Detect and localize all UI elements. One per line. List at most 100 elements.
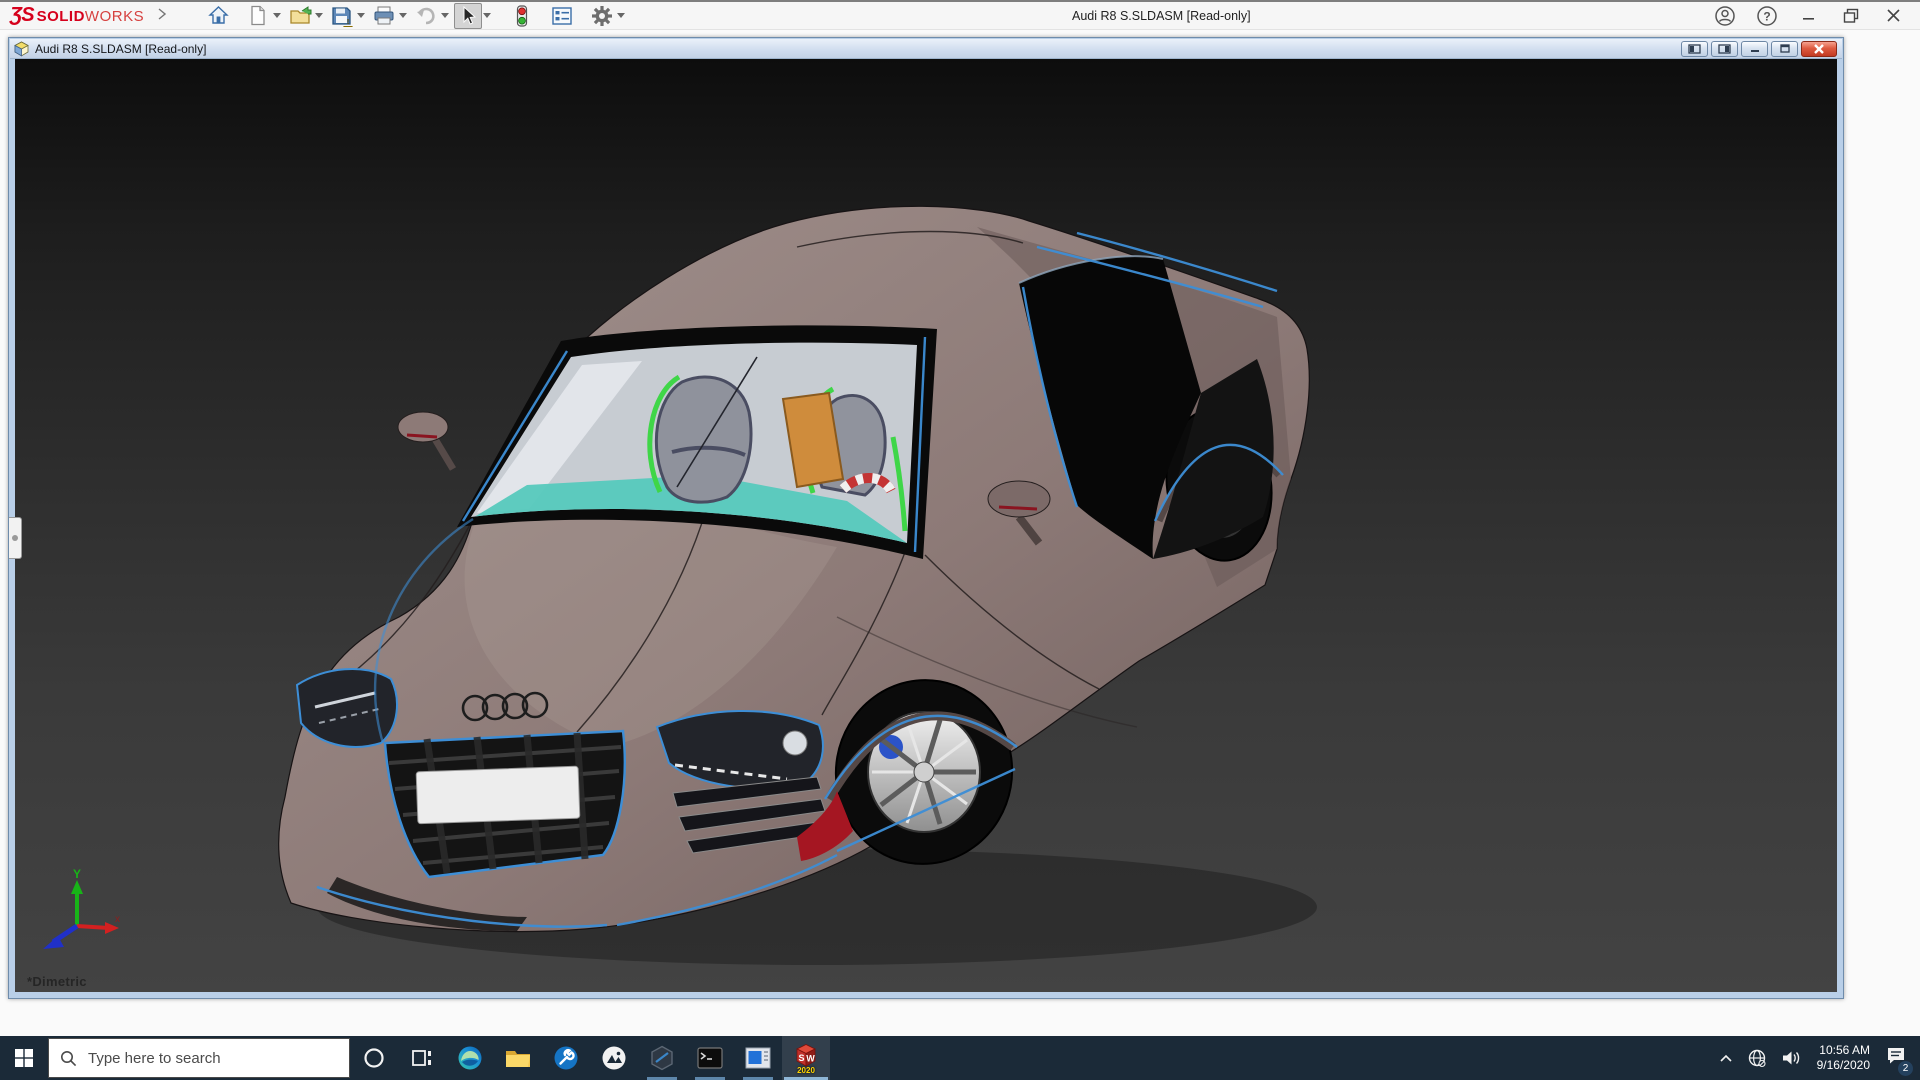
task-view-button[interactable] [398, 1036, 446, 1080]
select-cursor-icon [458, 5, 478, 27]
restore-icon [1843, 8, 1859, 24]
save-button[interactable]: ! [328, 3, 356, 29]
options-button[interactable] [588, 3, 616, 29]
menu-flyout-icon[interactable] [158, 7, 166, 25]
file-properties-button[interactable] [548, 3, 576, 29]
graphics-viewport[interactable]: Y x *Dimetric [15, 59, 1837, 992]
close-icon [1886, 8, 1901, 23]
select-button[interactable] [454, 3, 482, 29]
undo-button[interactable] [412, 3, 440, 29]
new-document-button[interactable] [244, 3, 272, 29]
solidworks-year-badge: 2020 [791, 1066, 821, 1075]
new-document-dropdown[interactable] [273, 13, 281, 18]
cortana-icon [363, 1047, 385, 1069]
document-title: Audi R8 S.SLDASM [Read-only] [35, 42, 206, 56]
hidden-icons-chevron[interactable] [1712, 1036, 1740, 1080]
restore-button[interactable] [1834, 3, 1868, 29]
solidworks-logo-mark: ƷS [10, 4, 34, 27]
options-dropdown[interactable] [617, 13, 625, 18]
taskbar-hexagon-app[interactable] [638, 1036, 686, 1080]
search-icon [60, 1050, 77, 1067]
home-button[interactable] [204, 3, 232, 29]
svg-text:S: S [798, 1053, 804, 1063]
y-axis-arrow [71, 880, 83, 894]
windows-start-icon [15, 1049, 33, 1067]
print-dropdown[interactable] [399, 13, 407, 18]
microsoft-edge-icon [457, 1045, 483, 1071]
orientation-triad[interactable]: Y x [31, 866, 123, 966]
document-minimize-button[interactable] [1741, 41, 1768, 57]
svg-text:W: W [806, 1054, 815, 1064]
tray-clock[interactable]: 10:56 AM 9/16/2020 [1808, 1036, 1879, 1080]
document-window-controls [1681, 41, 1837, 57]
taskbar-file-explorer[interactable] [494, 1036, 542, 1080]
taskbar-edge[interactable] [446, 1036, 494, 1080]
feature-tree-collapsed-tab[interactable] [9, 517, 22, 559]
collapse-right-pane-button[interactable] [1711, 41, 1738, 57]
rebuild-button[interactable] [508, 3, 536, 29]
command-prompt-icon [697, 1047, 723, 1069]
cortana-button[interactable] [350, 1036, 398, 1080]
front-grille[interactable] [385, 731, 625, 877]
network-tray-icon[interactable] [1740, 1036, 1774, 1080]
app-window-controls: ? [1708, 3, 1910, 29]
open-dropdown[interactable] [315, 13, 323, 18]
new-document-icon [248, 5, 268, 26]
help-icon: ? [1756, 5, 1778, 27]
save-icon: ! [331, 5, 353, 27]
collapse-right-pane-icon [1718, 44, 1731, 54]
file-properties-icon [551, 6, 573, 26]
solidworks-logo-solid: SOLID [37, 8, 85, 25]
help-button[interactable]: ? [1750, 3, 1784, 29]
quick-access-toolbar: ! [192, 3, 630, 29]
hexagon-app-icon [649, 1045, 675, 1071]
close-button[interactable] [1876, 3, 1910, 29]
undo-dropdown[interactable] [441, 13, 449, 18]
volume-tray-icon[interactable] [1774, 1036, 1808, 1080]
assembly-document-icon [13, 41, 30, 57]
chevron-up-icon [1719, 1053, 1733, 1063]
side-mirror-left[interactable] [398, 412, 453, 469]
taskbar-command-prompt[interactable] [686, 1036, 734, 1080]
tray-time: 10:56 AM [1819, 1043, 1870, 1058]
app-document-title: Audi R8 S.SLDASM [Read-only] [1072, 2, 1251, 30]
solidworks-2020-icon: S W 2020 [791, 1042, 821, 1074]
open-button[interactable] [286, 3, 314, 29]
support-tool-wrench-icon [553, 1045, 579, 1071]
taskbar-photos[interactable] [590, 1036, 638, 1080]
action-center-button[interactable]: 2 [1879, 1036, 1920, 1080]
document-close-button[interactable] [1801, 41, 1837, 57]
minimize-button[interactable] [1792, 3, 1826, 29]
start-button[interactable] [0, 1036, 48, 1080]
taskbar-solidworks-2020[interactable]: S W 2020 [782, 1036, 830, 1080]
task-view-icon [411, 1048, 433, 1068]
taskbar-support-tool[interactable] [542, 1036, 590, 1080]
collapse-left-pane-button[interactable] [1681, 41, 1708, 57]
windows-taskbar: S W 2020 10:56 AM 9/16 [0, 1036, 1920, 1080]
document-restore-button[interactable] [1771, 41, 1798, 57]
options-gear-icon [591, 5, 613, 27]
solidworks-logo: ƷS SOLID WORKS [10, 4, 144, 27]
tray-date: 9/16/2020 [1817, 1058, 1870, 1073]
save-dropdown[interactable] [357, 13, 365, 18]
taskbar-search[interactable] [48, 1038, 350, 1078]
3d-model-audi-r8[interactable] [277, 187, 1317, 977]
document-window: Audi R8 S.SLDASM [Read-only] [8, 37, 1844, 999]
document-titlebar[interactable]: Audi R8 S.SLDASM [Read-only] [10, 39, 1842, 59]
print-icon [373, 5, 395, 26]
notification-count-badge: 2 [1898, 1061, 1913, 1076]
view-orientation-label: *Dimetric [27, 974, 87, 989]
system-tray: 10:56 AM 9/16/2020 2 [1712, 1036, 1920, 1080]
print-button[interactable] [370, 3, 398, 29]
media-app-icon [745, 1047, 771, 1069]
user-account-icon [1714, 5, 1736, 27]
undo-icon [415, 6, 437, 26]
user-account-button[interactable] [1708, 3, 1742, 29]
network-globe-icon [1747, 1048, 1767, 1068]
search-input[interactable] [88, 1050, 318, 1067]
select-dropdown[interactable] [483, 13, 491, 18]
taskbar-media-app[interactable] [734, 1036, 782, 1080]
minimize-icon [1802, 9, 1816, 23]
triad-x-label: x [115, 914, 120, 925]
document-restore-icon [1780, 44, 1790, 53]
